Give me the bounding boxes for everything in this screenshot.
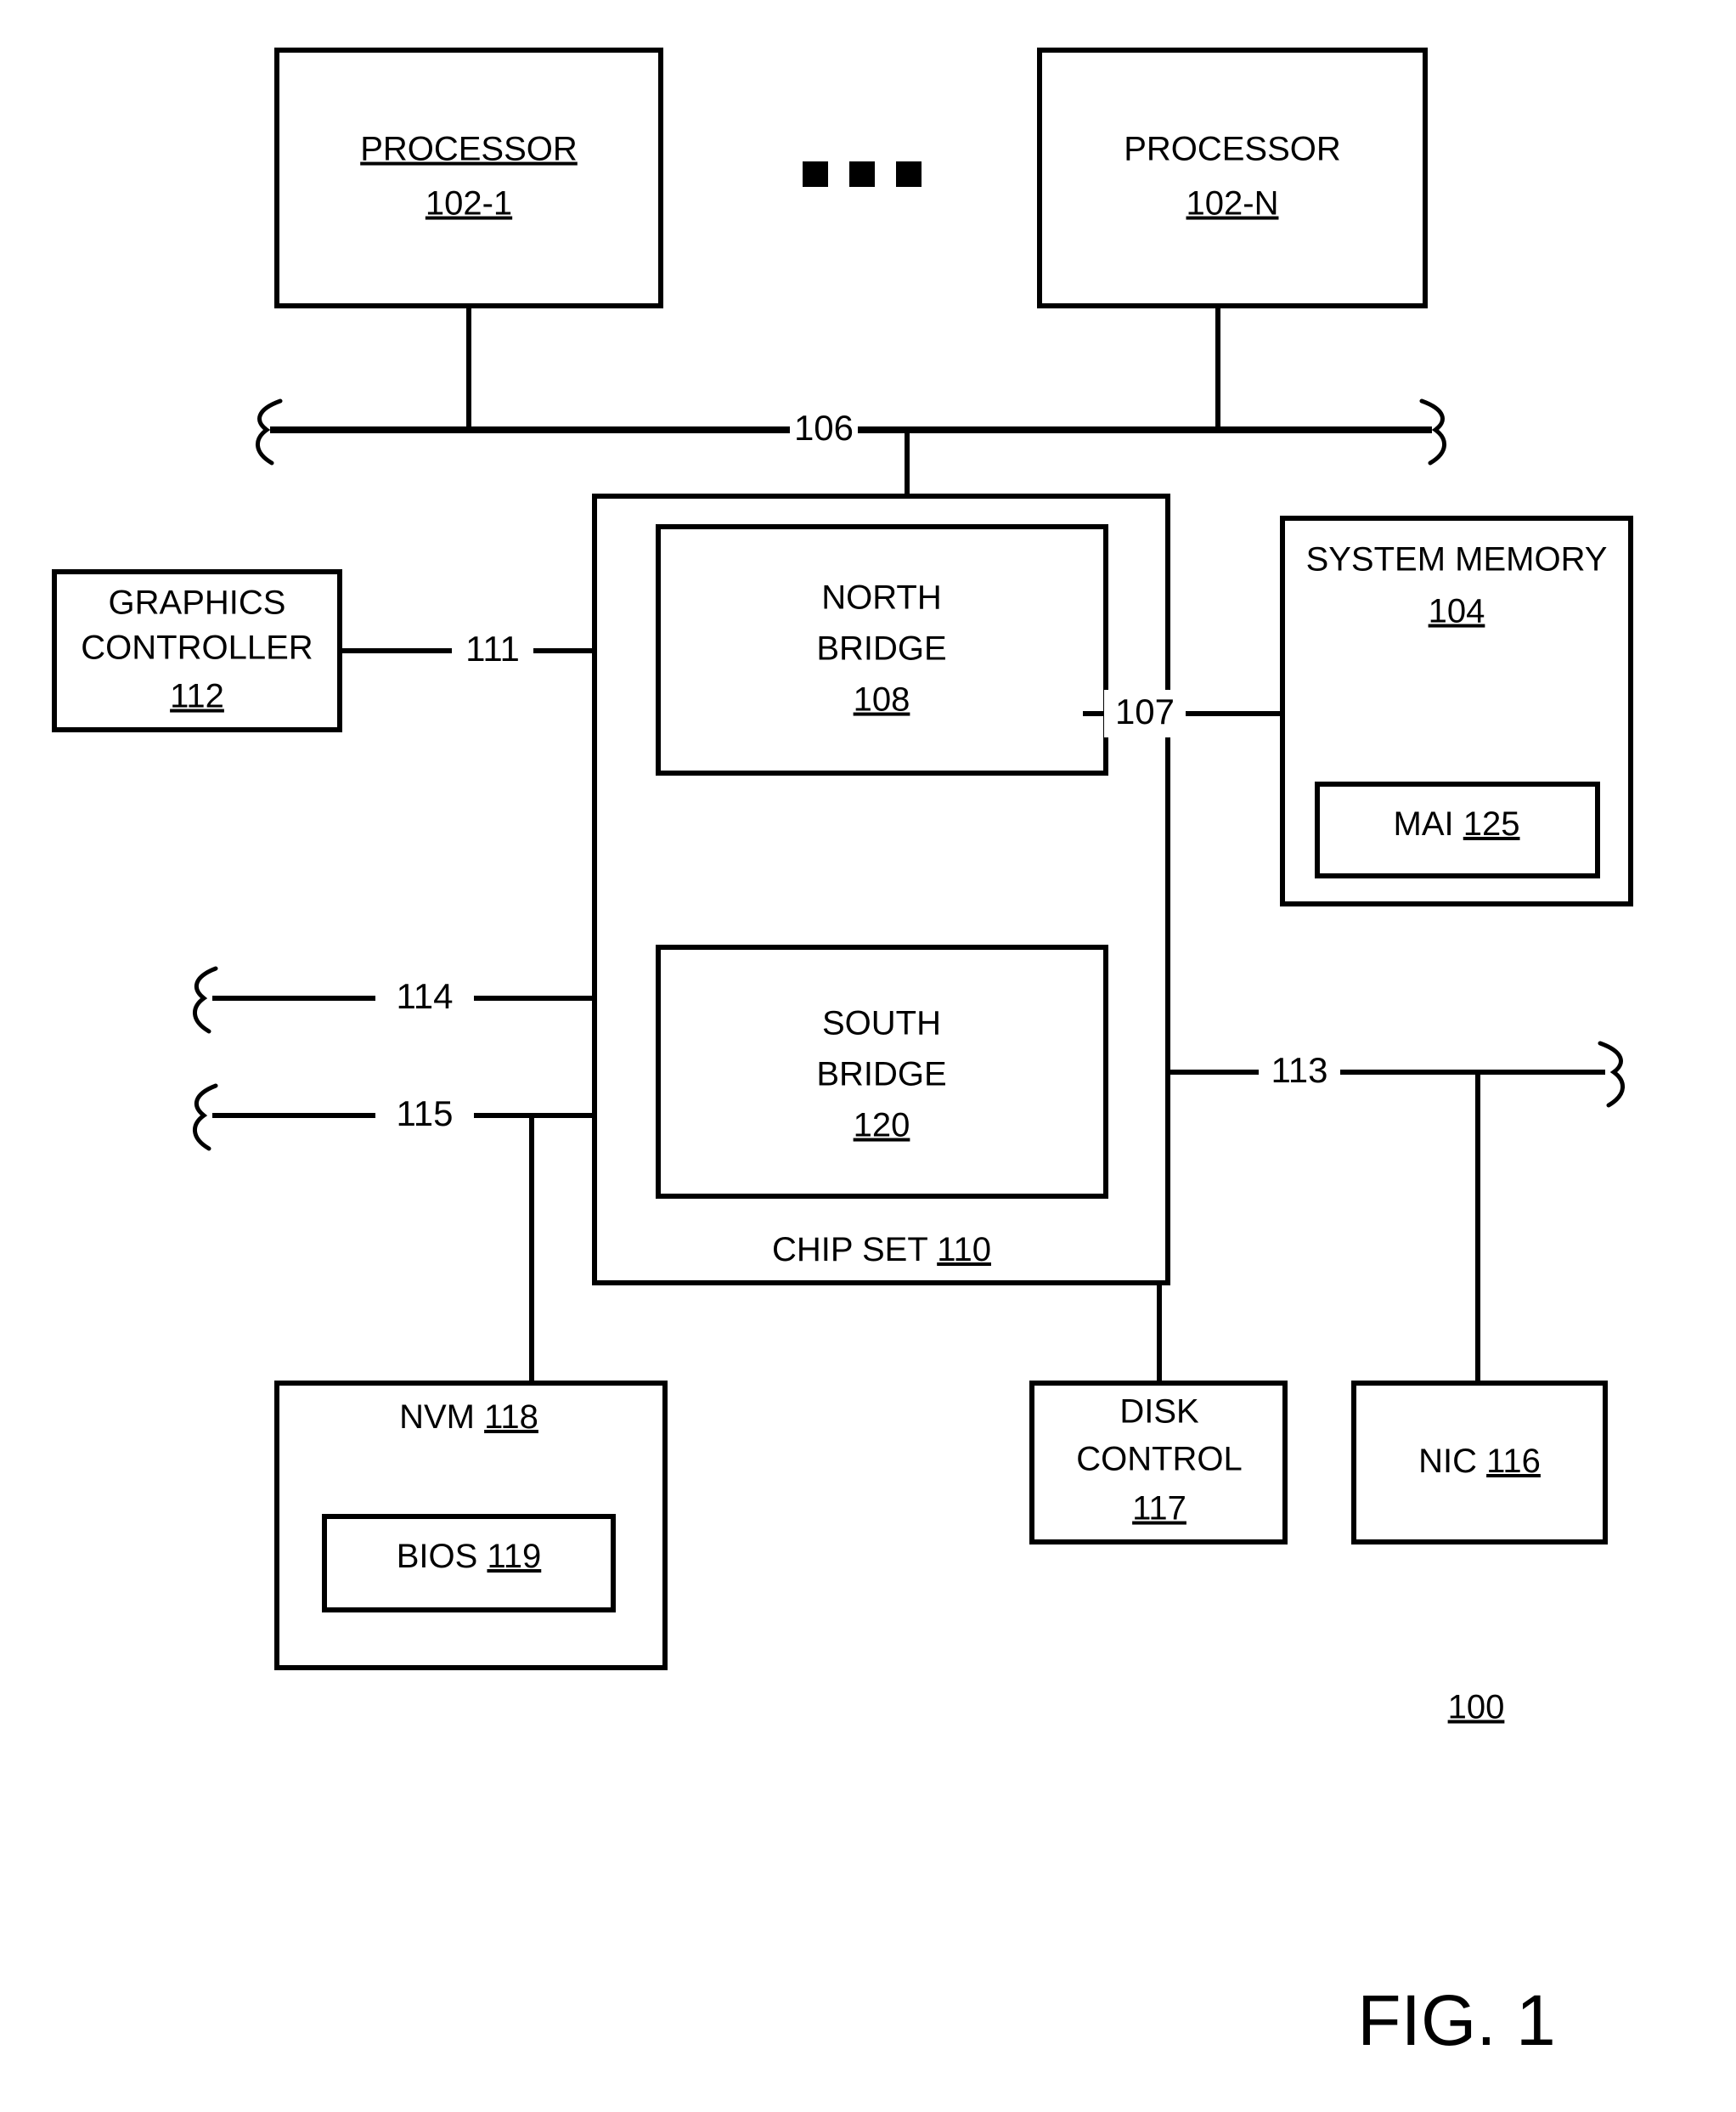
north-bridge-ref: 108: [854, 681, 910, 719]
ellipsis-dot-2: [849, 161, 875, 187]
system-memory-label: SYSTEM MEMORY: [1306, 541, 1608, 579]
nic-label: NIC: [1418, 1443, 1477, 1480]
mai-label: MAI 125: [1394, 805, 1520, 843]
processor-1-ref: 102-1: [426, 185, 512, 223]
link-107-label: 107: [1115, 692, 1175, 731]
disk-control-ref: 117: [1132, 1490, 1186, 1528]
figure-title: FIG. 1: [1357, 1980, 1555, 2060]
nvm-ref: 118: [484, 1398, 538, 1436]
ellipsis-dot-3: [896, 161, 922, 187]
bios-label: BIOS: [397, 1538, 478, 1575]
disk-control-label-line1: DISK: [1119, 1393, 1199, 1431]
ellipsis-dots-icon: [803, 161, 922, 187]
bios-ref: 119: [487, 1538, 541, 1575]
mai-ref: 125: [1463, 805, 1520, 843]
processor-n-box: [1037, 48, 1428, 308]
north-bridge-label-line2: BRIDGE: [816, 630, 946, 668]
chipset-label: CHIP SET: [772, 1231, 927, 1268]
link-111-label: 111: [465, 629, 520, 669]
north-bridge-label-line1: NORTH: [821, 579, 941, 617]
graphics-controller-label-line1: GRAPHICS: [109, 584, 286, 622]
processor-n-ref: 102-N: [1186, 185, 1279, 223]
mai-label-text: MAI: [1394, 805, 1454, 843]
block-diagram: PROCESSOR 102-1 PROCESSOR 102-N 106 GRAP…: [52, 48, 1633, 2060]
south-bridge-ref: 120: [854, 1107, 910, 1144]
processor-1-label: PROCESSOR: [360, 131, 578, 168]
south-bridge-label-line2: BRIDGE: [816, 1056, 946, 1093]
nic-caption: NIC 116: [1418, 1443, 1541, 1480]
nvm-caption: NVM 118: [399, 1398, 538, 1436]
south-bridge-label-line1: SOUTH: [822, 1005, 941, 1042]
graphics-controller-label-line2: CONTROLLER: [81, 630, 313, 667]
bus-106-label: 106: [794, 408, 854, 448]
processor-1-box: [274, 48, 663, 308]
processor-n-label: PROCESSOR: [1124, 131, 1341, 168]
link-115-label: 115: [397, 1093, 454, 1133]
nic-ref: 116: [1486, 1443, 1541, 1480]
ellipsis-dot-1: [803, 161, 828, 187]
bios-caption: BIOS 119: [397, 1538, 542, 1575]
system-memory-ref: 104: [1429, 593, 1485, 630]
chipset-ref: 110: [937, 1231, 991, 1268]
nvm-label: NVM: [399, 1398, 475, 1436]
link-114-label: 114: [397, 976, 454, 1016]
graphics-controller-ref: 112: [170, 678, 224, 715]
chipset-caption: CHIP SET 110: [772, 1231, 991, 1268]
system-reference-100: 100: [1448, 1689, 1505, 1726]
bus-113-label: 113: [1271, 1050, 1328, 1090]
patent-figure-canvas: PROCESSOR 102-1 PROCESSOR 102-N 106 GRAP…: [0, 0, 1736, 2112]
disk-control-label-line2: CONTROL: [1076, 1441, 1243, 1478]
